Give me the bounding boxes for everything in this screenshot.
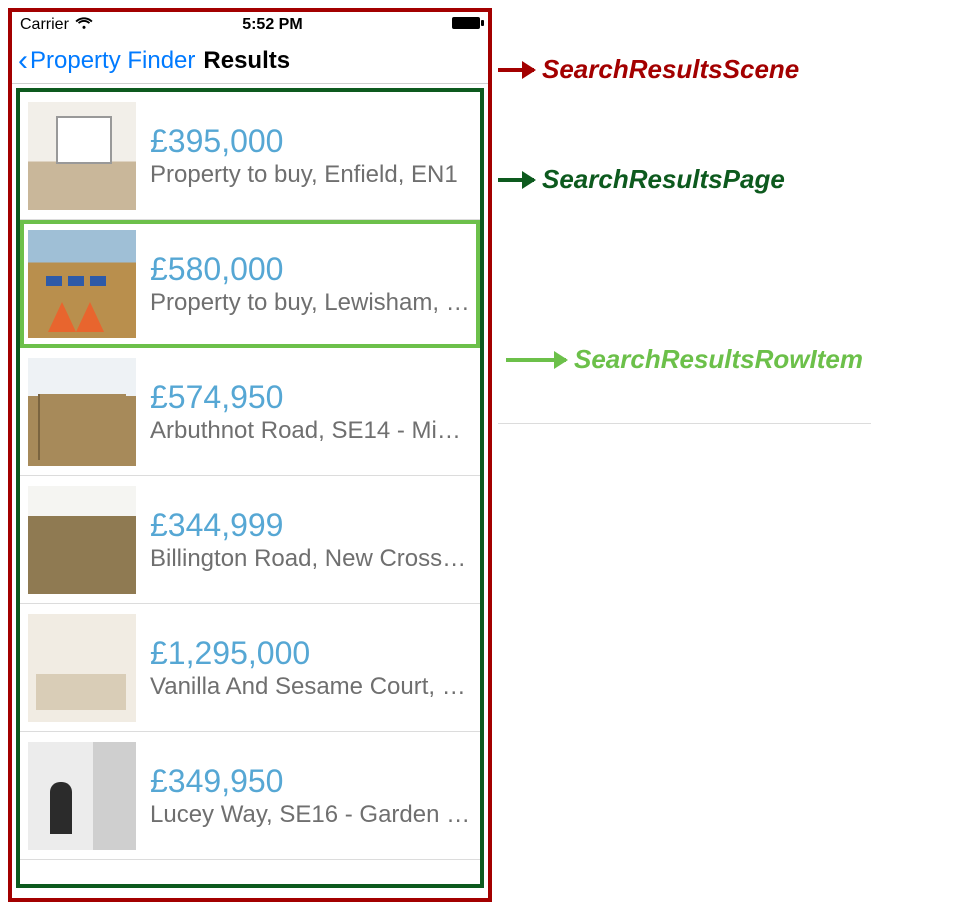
clock: 5:52 PM — [242, 16, 302, 34]
back-button[interactable]: Property Finder — [30, 47, 195, 75]
property-thumbnail — [28, 742, 136, 850]
property-thumbnail — [28, 486, 136, 594]
property-description: Billington Road, New Cross, SE14 — [150, 545, 472, 573]
property-description: Arbuthnot Road, SE14 - Mid-terrace — [150, 417, 472, 445]
annotation-page: SearchResultsPage — [498, 164, 785, 195]
search-results-page: £395,000 Property to buy, Enfield, EN1 £… — [16, 88, 484, 888]
property-description: Lucey Way, SE16 - Garden flat — [150, 801, 472, 829]
battery-icon — [452, 17, 480, 29]
arrow-right-icon — [498, 68, 534, 72]
property-description: Property to buy, Lewisham, SE13 — [150, 289, 472, 317]
back-chevron-icon[interactable]: ‹ — [18, 46, 28, 76]
wifi-icon — [75, 16, 93, 35]
property-price: £395,000 — [150, 122, 472, 160]
search-results-row-item[interactable]: £574,950 Arbuthnot Road, SE14 - Mid-terr… — [20, 348, 480, 476]
property-price: £344,999 — [150, 506, 472, 544]
property-thumbnail — [28, 614, 136, 722]
arrow-right-icon — [498, 178, 534, 182]
nav-title: Results — [203, 47, 290, 75]
annotation-label: SearchResultsScene — [542, 54, 799, 85]
property-price: £1,295,000 — [150, 634, 472, 672]
carrier-label: Carrier — [20, 16, 69, 34]
property-price: £574,950 — [150, 378, 472, 416]
search-results-row-item[interactable]: £344,999 Billington Road, New Cross, SE1… — [20, 476, 480, 604]
search-results-scene: Carrier 5:52 PM ‹ Property Finder Result… — [8, 8, 492, 902]
search-results-row-item[interactable]: £395,000 Property to buy, Enfield, EN1 — [20, 92, 480, 220]
property-thumbnail — [28, 358, 136, 466]
property-description: Property to buy, Enfield, EN1 — [150, 161, 472, 189]
property-thumbnail — [28, 230, 136, 338]
arrow-right-icon — [506, 358, 566, 362]
property-thumbnail — [28, 102, 136, 210]
nav-bar: ‹ Property Finder Results — [12, 38, 488, 84]
property-price: £349,950 — [150, 762, 472, 800]
status-bar: Carrier 5:52 PM — [12, 12, 488, 38]
search-results-row-item[interactable]: £349,950 Lucey Way, SE16 - Garden flat — [20, 732, 480, 860]
property-description: Vanilla And Sesame Court, SE1 — [150, 673, 472, 701]
annotation-scene: SearchResultsScene — [498, 54, 799, 85]
property-price: £580,000 — [150, 250, 472, 288]
search-results-row-item[interactable]: £1,295,000 Vanilla And Sesame Court, SE1 — [20, 604, 480, 732]
annotation-label: SearchResultsRowItem — [574, 344, 863, 375]
annotation-label: SearchResultsPage — [542, 164, 785, 195]
search-results-row-item[interactable]: £580,000 Property to buy, Lewisham, SE13 — [20, 220, 480, 348]
annotation-row: SearchResultsRowItem — [498, 296, 871, 424]
